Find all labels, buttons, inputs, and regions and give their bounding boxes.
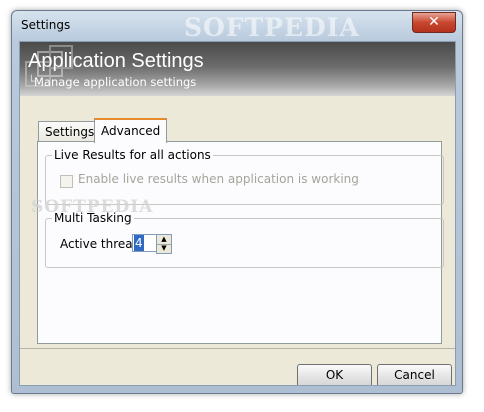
close-button[interactable]: ✕ — [412, 12, 456, 33]
spin-down-icon[interactable]: ▼ — [157, 244, 171, 253]
advanced-tab-panel: Live Results for all actions Enable live… — [37, 141, 444, 344]
active-threads-spinner[interactable]: ▲ ▼ — [156, 234, 172, 254]
cancel-button[interactable]: Cancel — [377, 364, 452, 385]
footer-divider — [20, 348, 455, 349]
tab-settings[interactable]: Settings — [38, 121, 97, 142]
enable-live-results-checkbox[interactable] — [60, 175, 73, 188]
active-threads-value: 4 — [134, 235, 144, 251]
banner-subtitle: Manage application settings — [34, 75, 197, 89]
enable-live-results-label: Enable live results when application is … — [78, 172, 359, 186]
multi-tasking-group: Multi Tasking Active threads 4 ▲ ▼ — [45, 211, 444, 268]
title-bar[interactable]: Settings SOFTPEDIA ✕ — [12, 11, 462, 42]
ok-button[interactable]: OK — [297, 364, 372, 385]
softpedia-watermark: SOFTPEDIA — [184, 13, 360, 42]
banner-title: Application Settings — [28, 50, 204, 72]
live-results-legend: Live Results for all actions — [52, 148, 213, 162]
tab-advanced[interactable]: Advanced — [94, 118, 167, 143]
softpedia-page-watermark: SOFTPEDIA — [31, 197, 154, 217]
close-icon: ✕ — [428, 14, 440, 30]
window-title: Settings — [21, 18, 71, 32]
active-threads-input[interactable]: 4 — [132, 234, 158, 252]
header-banner: Application Settings └ Manage applicatio… — [20, 42, 455, 96]
